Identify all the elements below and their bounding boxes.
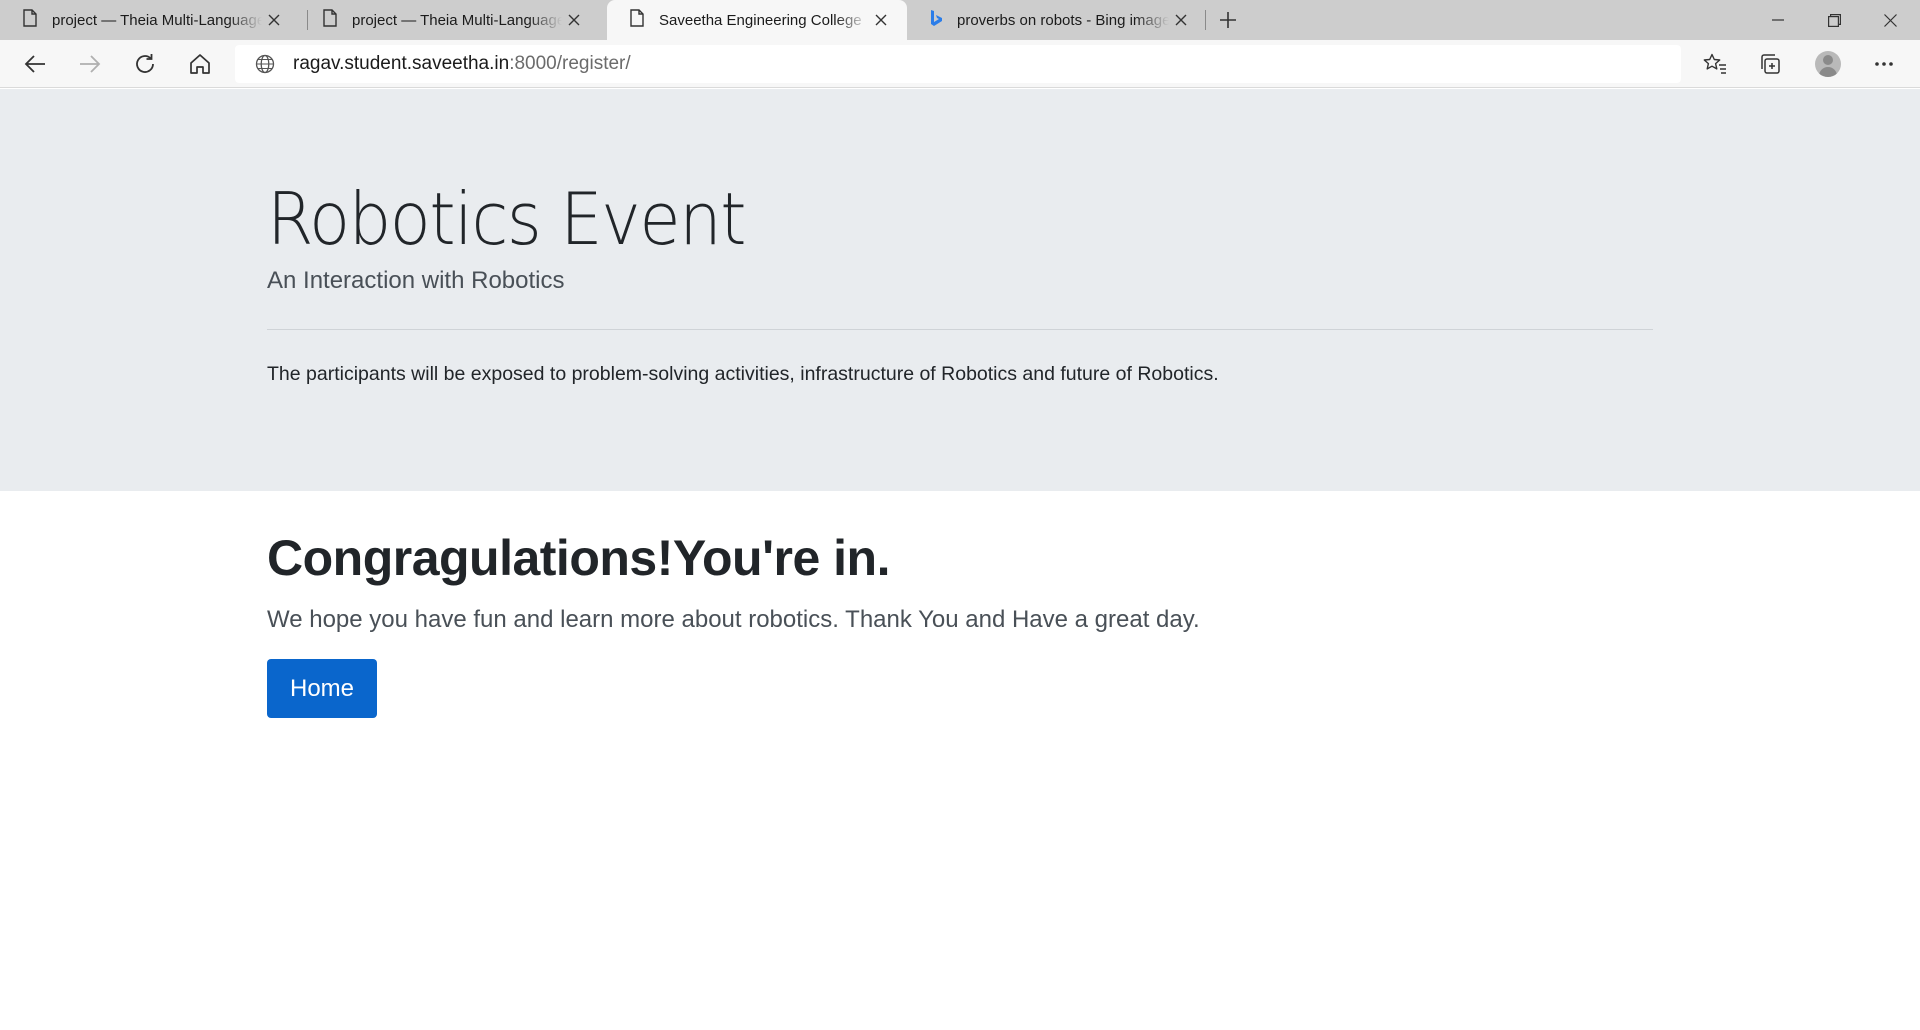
tab-title: project — Theia Multi-Language: [352, 11, 562, 29]
plus-icon: [1220, 12, 1236, 28]
home-toolbar-button[interactable]: [182, 46, 218, 82]
tab-strip: project — Theia Multi-Language project —…: [0, 0, 1920, 40]
restore-button[interactable]: [1806, 0, 1862, 40]
address-bar[interactable]: ragav.student.saveetha.in:8000/register/: [235, 45, 1681, 83]
bing-icon: [929, 9, 943, 31]
more-icon: [1875, 62, 1893, 66]
page-subtitle: An Interaction with Robotics: [267, 267, 565, 294]
jumbotron: Robotics Event An Interaction with Robot…: [0, 89, 1920, 491]
new-tab-button[interactable]: [1212, 4, 1244, 36]
page-content: Robotics Event An Interaction with Robot…: [0, 89, 1920, 1030]
tab-bing[interactable]: proverbs on robots - Bing images: [907, 0, 1207, 40]
favorites-button[interactable]: [1697, 46, 1733, 82]
window-close-button[interactable]: [1862, 0, 1918, 40]
forward-arrow-icon: [80, 55, 101, 73]
collections-icon: [1761, 54, 1780, 74]
back-arrow-icon: [24, 55, 45, 73]
page-icon: [22, 9, 38, 31]
close-icon: [1883, 13, 1897, 27]
url-host: ragav.student.saveetha.in: [293, 53, 510, 74]
event-description: The participants will be exposed to prob…: [267, 363, 1219, 385]
page-icon: [322, 9, 338, 31]
tab-title: proverbs on robots - Bing images: [957, 11, 1169, 29]
home-button[interactable]: Home: [267, 659, 377, 718]
forward-button[interactable]: [72, 46, 108, 82]
restore-icon: [1827, 13, 1841, 27]
globe-icon: [247, 54, 283, 74]
divider: [267, 329, 1653, 330]
home-icon: [190, 54, 210, 74]
tab-title: project — Theia Multi-Language: [52, 11, 262, 29]
profile-avatar[interactable]: [1815, 51, 1841, 77]
page-icon: [629, 9, 645, 31]
minimize-button[interactable]: [1750, 0, 1806, 40]
close-icon[interactable]: [262, 8, 286, 32]
favorites-star-icon: [1703, 53, 1726, 74]
url-path: :8000/register/: [509, 53, 631, 74]
url-text: ragav.student.saveetha.in:8000/register/: [293, 53, 631, 75]
more-menu-button[interactable]: [1866, 46, 1902, 82]
refresh-button[interactable]: [127, 46, 163, 82]
minimize-icon: [1772, 19, 1784, 21]
confirmation-heading: Congragulations!You're in.: [267, 530, 890, 586]
refresh-icon: [136, 54, 154, 73]
collections-button[interactable]: [1752, 46, 1788, 82]
page-title: Robotics Event: [267, 177, 746, 261]
tab-divider: [1205, 10, 1206, 30]
close-icon[interactable]: [562, 8, 586, 32]
tab-project-2[interactable]: project — Theia Multi-Language: [300, 0, 600, 40]
close-icon[interactable]: [1169, 8, 1193, 32]
back-button[interactable]: [17, 46, 53, 82]
tab-saveetha[interactable]: Saveetha Engineering College: [607, 0, 907, 40]
confirmation-message: We hope you have fun and learn more abou…: [267, 606, 1200, 633]
tab-project-1[interactable]: project — Theia Multi-Language: [0, 0, 300, 40]
close-icon[interactable]: [869, 8, 893, 32]
tab-title: Saveetha Engineering College: [659, 11, 862, 29]
browser-toolbar: ragav.student.saveetha.in:8000/register/: [0, 40, 1920, 88]
